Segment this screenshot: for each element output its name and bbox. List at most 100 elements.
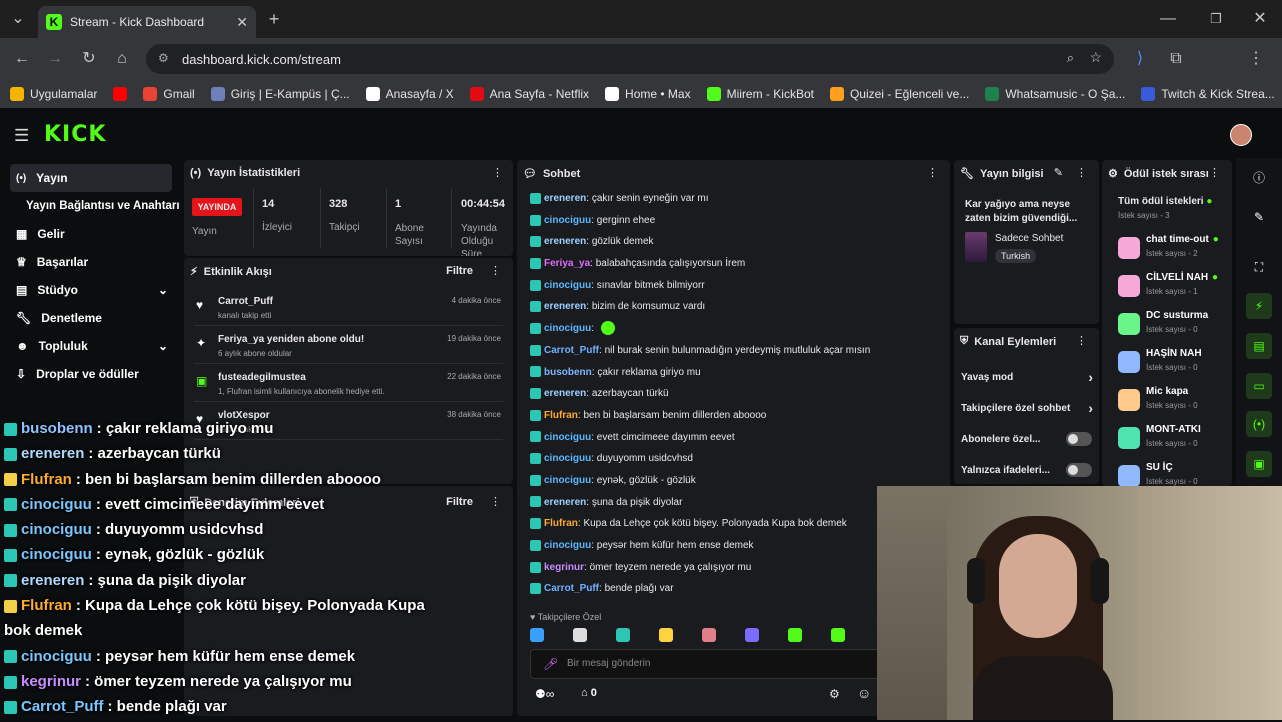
forward-icon[interactable]: → — [43, 47, 67, 71]
emote-icon[interactable] — [831, 628, 845, 642]
edit-icon[interactable]: ✎ — [1246, 204, 1272, 230]
chat-username[interactable]: Carrot_Puff — [544, 583, 599, 594]
filter-button[interactable]: Filtre — [446, 265, 473, 277]
address-bar[interactable]: ⚙ dashboard.kick.com/stream ⌕ ☆ — [146, 44, 1114, 74]
chat-username[interactable]: ereneren — [544, 388, 586, 399]
chat-username[interactable]: ereneren — [544, 193, 586, 204]
nav-item-droplar[interactable]: ⇩ Droplar ve ödüller — [10, 361, 172, 387]
reward-item[interactable]: Mic kapa İstek sayısı - 0 — [1118, 386, 1230, 424]
zoom-icon[interactable]: ⌕ — [1067, 50, 1074, 66]
nav-item-stream-key[interactable]: Yayın Bağlantısı ve Anahtarı — [20, 193, 182, 219]
subs-only-toggle[interactable] — [1066, 432, 1092, 446]
extension-icon[interactable]: ⟩ — [1128, 47, 1152, 71]
chat-username[interactable]: cinociguu — [544, 323, 591, 334]
chat-username[interactable]: cinociguu — [544, 280, 591, 291]
reward-item[interactable]: MONT-ATKI İstek sayısı - 0 — [1118, 424, 1230, 462]
bookmark-item[interactable]: Twitch & Kick Strea... — [1141, 87, 1275, 101]
reward-item[interactable]: chat time-out ● İstek sayısı - 2 — [1118, 234, 1230, 272]
reward-item[interactable]: CİLVELİ NAH ● İstek sayısı - 1 — [1118, 272, 1230, 310]
nav-item-denetleme[interactable]: 🔧︎ Denetleme — [10, 305, 172, 331]
bookmark-item[interactable]: Gmail — [143, 87, 195, 101]
kebab-icon[interactable]: ⋮ — [927, 166, 938, 179]
extensions-puzzle-icon[interactable]: ⧉ — [1164, 47, 1188, 71]
restore-icon[interactable]: ❐ — [1204, 7, 1228, 31]
fullscreen-icon[interactable]: ⛶ — [1246, 254, 1272, 280]
bookmark-item[interactable] — [113, 87, 128, 101]
user-avatar[interactable] — [1230, 124, 1252, 146]
close-tab-icon[interactable]: ✕ — [236, 14, 248, 31]
emote-picker-icon[interactable]: ☺ — [857, 685, 871, 701]
hamburger-menu-icon[interactable]: ☰ — [14, 126, 29, 146]
edit-pencil-icon[interactable]: ✎ — [1054, 166, 1063, 179]
chat-username[interactable]: cinociguu — [544, 540, 591, 551]
kebab-icon[interactable]: ⋮ — [490, 495, 501, 508]
kebab-icon[interactable]: ⋮ — [1209, 166, 1220, 179]
settings-gear-icon[interactable]: ⚙ — [829, 687, 840, 701]
info-icon[interactable]: ⓘ — [1246, 164, 1272, 190]
chat-icon[interactable]: ▭ — [1246, 373, 1272, 399]
emote-icon[interactable] — [745, 628, 759, 642]
browser-tab[interactable]: K Stream - Kick Dashboard ✕ — [38, 6, 256, 38]
action-followers-only[interactable]: Takipçilere özel sohbet › — [961, 400, 1093, 416]
action-slow-mode[interactable]: Yavaş mod › — [961, 369, 1093, 385]
bookmark-item[interactable]: Whatsamusic - O Şa... — [985, 87, 1125, 101]
bolt-icon[interactable]: ⚡︎ — [1246, 293, 1272, 319]
emote-icon[interactable] — [702, 628, 716, 642]
category-name[interactable]: Sadece Sohbet — [995, 233, 1063, 244]
emote-icon[interactable] — [659, 628, 673, 642]
new-tab-icon[interactable]: + — [262, 7, 286, 31]
emote-icon[interactable] — [530, 628, 544, 642]
emote-icon[interactable] — [573, 628, 587, 642]
chat-username[interactable]: Flufran — [544, 518, 578, 529]
chat-username[interactable]: cinociguu — [544, 432, 591, 443]
bookmark-item[interactable]: Ana Sayfa - Netflix — [469, 87, 589, 101]
kebab-icon[interactable]: ⋮ — [1076, 166, 1087, 179]
chat-username[interactable]: busobenn — [544, 367, 592, 378]
nav-item-gelir[interactable]: ▦ Gelir — [10, 221, 172, 247]
kebab-icon[interactable]: ⋮ — [1076, 334, 1087, 347]
site-info-icon[interactable]: ⚙ — [158, 51, 169, 65]
bookmark-item[interactable]: Quizei - Eğlenceli ve... — [829, 87, 969, 101]
people-icon[interactable]: ⚉∞ — [535, 687, 554, 701]
menu-kebab-icon[interactable]: ⋮ — [1244, 47, 1268, 71]
reward-item[interactable]: HAŞİN NAH İstek sayısı - 0 — [1118, 348, 1230, 386]
chat-username[interactable]: Feriya_ya — [544, 258, 590, 269]
bookmark-item[interactable]: Uygulamalar — [10, 87, 97, 101]
broadcast-icon[interactable]: (•) — [1246, 411, 1272, 437]
kebab-icon[interactable]: ⋮ — [492, 166, 503, 179]
chat-username[interactable]: kegrinur — [544, 562, 584, 573]
chat-username[interactable]: Flufran — [544, 410, 578, 421]
nav-item-studyo[interactable]: ▤ Stüdyo ⌄ — [10, 277, 172, 303]
emotes-only-toggle[interactable] — [1066, 463, 1092, 477]
nav-item-basarilar[interactable]: ♕ Başarılar — [10, 249, 172, 275]
chat-username[interactable]: ereneren — [544, 497, 586, 508]
kebab-icon[interactable]: ⋮ — [490, 264, 501, 277]
nav-item-topluluk[interactable]: ☻ Topluluk ⌄ — [10, 333, 172, 359]
emote-icon[interactable] — [788, 628, 802, 642]
tab-search-icon[interactable]: ⌄ — [6, 7, 30, 31]
notes-icon[interactable]: ▤ — [1246, 333, 1272, 359]
chat-username[interactable]: ereneren — [544, 301, 586, 312]
chat-username[interactable]: cinociguu — [544, 453, 591, 464]
microphone-icon[interactable]: 🎤︎ — [543, 657, 558, 671]
gift-count[interactable]: ⌂ 0 — [581, 687, 597, 699]
bookmark-item[interactable]: Home • Max — [605, 87, 691, 101]
bookmark-star-icon[interactable]: ☆ — [1089, 49, 1102, 66]
home-icon[interactable]: ⌂ — [110, 47, 134, 71]
chat-username[interactable]: Carrot_Puff — [544, 345, 599, 356]
chat-username[interactable]: ereneren — [544, 236, 586, 247]
bookmark-item[interactable]: Giriş | E-Kampüs | Ç... — [210, 87, 350, 101]
reward-item[interactable]: DC susturma İstek sayısı - 0 — [1118, 310, 1230, 348]
camera-icon[interactable]: ▣ — [1246, 451, 1272, 477]
nav-item-yayin[interactable]: (•) Yayın — [10, 165, 172, 191]
all-rewards[interactable]: Tüm ödül istekleri ● — [1118, 196, 1212, 207]
chat-username[interactable]: cinociguu — [544, 215, 591, 226]
bookmark-item[interactable]: Miirem - KickBot — [706, 87, 814, 101]
window-close-icon[interactable]: ✕ — [1248, 7, 1272, 31]
kick-logo[interactable]: KICK — [44, 122, 106, 147]
filter-button[interactable]: Filtre — [446, 496, 473, 508]
bookmark-item[interactable]: Anasayfa / X — [365, 87, 454, 101]
minimize-icon[interactable]: — — [1156, 7, 1180, 31]
back-icon[interactable]: ← — [10, 47, 34, 71]
reload-icon[interactable]: ↻ — [77, 47, 101, 71]
